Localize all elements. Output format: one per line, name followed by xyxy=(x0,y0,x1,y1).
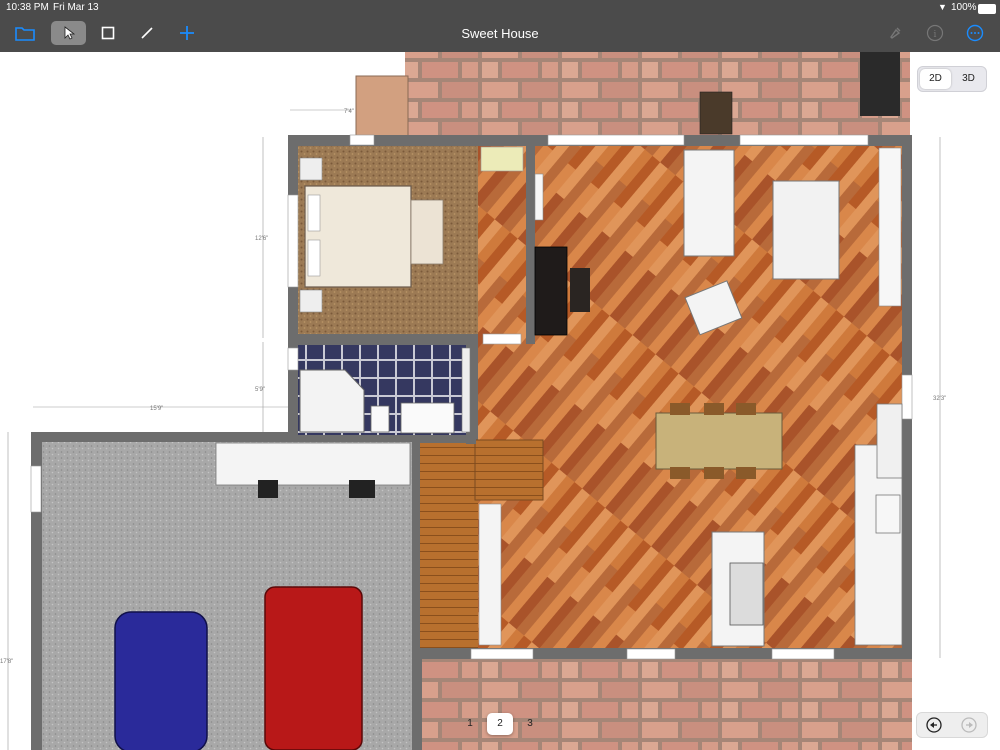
rectangle-tool-button[interactable] xyxy=(95,21,121,45)
sofa[interactable] xyxy=(683,149,735,257)
dining-chair xyxy=(670,467,690,479)
folder-icon xyxy=(15,27,35,41)
outdoor-cabinet xyxy=(860,52,900,116)
bed[interactable] xyxy=(304,185,412,288)
svg-text:i: i xyxy=(934,30,937,40)
blue-car[interactable] xyxy=(114,611,208,750)
stair-side-cabinet xyxy=(478,503,502,646)
battery-icon xyxy=(978,4,996,14)
page-3-button[interactable]: 3 xyxy=(517,713,543,735)
dim-garage-height-label: 17'8" xyxy=(0,659,13,665)
toolbar: Sweet House i xyxy=(0,16,1000,52)
dining-chair xyxy=(704,467,724,479)
status-date: Fri Mar 13 xyxy=(53,2,99,13)
dining-chair xyxy=(704,403,724,415)
view-mode-toggle: 2D 3D xyxy=(917,66,987,92)
line-icon xyxy=(141,27,153,39)
dim-garage-width-label: 15'9" xyxy=(150,406,163,412)
vanity[interactable] xyxy=(400,402,455,434)
wifi-icon: ▼ xyxy=(938,2,947,12)
window xyxy=(482,333,522,345)
interior-wall xyxy=(526,146,535,344)
entry-step xyxy=(355,75,409,137)
floor-plan-canvas[interactable]: 7'4" 12'6" 5'9" 15'9" 32'3" 17'8" xyxy=(0,0,1000,750)
dining-chair xyxy=(736,403,756,415)
dining-chair xyxy=(670,403,690,415)
dim-top-label: 7'4" xyxy=(344,109,354,115)
garage-stool xyxy=(258,480,278,498)
document-title: Sweet House xyxy=(461,26,539,41)
page-selector: 1 2 3 xyxy=(455,713,545,735)
dresser xyxy=(480,146,524,172)
status-bar: 10:38 PM Fri Mar 13 ▼ 100% xyxy=(0,0,1000,16)
kitchen-sink xyxy=(729,562,764,626)
plus-icon xyxy=(180,26,194,40)
pin-button[interactable] xyxy=(882,21,908,45)
status-battery: 100% xyxy=(951,2,977,13)
dining-chair xyxy=(736,467,756,479)
nightstand xyxy=(299,289,323,313)
window xyxy=(287,347,299,371)
line-tool-button[interactable] xyxy=(134,21,160,45)
outdoor-bench xyxy=(699,91,733,135)
bookshelf xyxy=(534,173,544,221)
window xyxy=(349,134,375,146)
undo-redo-group xyxy=(916,712,988,738)
select-arrow-icon xyxy=(64,26,75,40)
redo-icon[interactable] xyxy=(961,717,977,733)
stair-deck xyxy=(420,443,478,648)
add-button[interactable] xyxy=(174,21,200,45)
more-button[interactable] xyxy=(962,21,988,45)
dim-bedroom-label: 12'6" xyxy=(255,236,268,242)
select-tool-button[interactable] xyxy=(51,21,86,45)
dim-bath-label: 5'9" xyxy=(255,387,265,393)
pin-icon xyxy=(890,27,901,39)
dim-right-label: 32'3" xyxy=(933,396,946,402)
window xyxy=(30,465,42,513)
undo-icon[interactable] xyxy=(926,717,942,733)
shower[interactable] xyxy=(299,369,365,433)
red-truck[interactable] xyxy=(264,586,363,750)
page-1-button[interactable]: 1 xyxy=(457,713,483,735)
status-time: 10:38 PM xyxy=(6,2,49,13)
rear-patio xyxy=(405,52,910,136)
garage-workbench[interactable] xyxy=(215,442,411,486)
floor-plan-app: 7'4" 12'6" 5'9" 15'9" 32'3" 17'8" 10:38 … xyxy=(0,0,1000,750)
view-3d-option[interactable]: 3D xyxy=(953,69,984,89)
dining-table[interactable] xyxy=(655,412,783,470)
interior-wall xyxy=(288,334,478,343)
stove xyxy=(875,494,901,534)
refrigerator xyxy=(876,403,903,479)
info-icon: i xyxy=(926,24,944,42)
window xyxy=(626,648,676,660)
page-2-button[interactable]: 2 xyxy=(487,713,513,735)
cabinet xyxy=(878,147,902,307)
bench xyxy=(410,199,444,265)
window xyxy=(470,648,534,660)
nightstand xyxy=(299,157,323,181)
view-2d-option[interactable]: 2D xyxy=(920,69,951,89)
info-button[interactable]: i xyxy=(922,21,948,45)
piano-bench xyxy=(570,268,590,312)
piano[interactable] xyxy=(534,246,568,336)
window xyxy=(287,194,299,288)
front-patio xyxy=(416,655,912,750)
toilet[interactable] xyxy=(370,405,390,433)
stair-landing xyxy=(474,439,544,501)
pillow xyxy=(307,194,321,232)
window xyxy=(739,134,869,146)
window xyxy=(771,648,835,660)
window xyxy=(547,134,685,146)
garage-stool xyxy=(349,480,375,498)
pillow xyxy=(307,239,321,277)
folder-button[interactable] xyxy=(12,21,38,45)
coffee-table[interactable] xyxy=(772,180,840,280)
bath-cabinet xyxy=(461,347,471,433)
rectangle-icon xyxy=(101,26,115,40)
more-icon xyxy=(966,24,984,42)
window xyxy=(901,374,913,420)
